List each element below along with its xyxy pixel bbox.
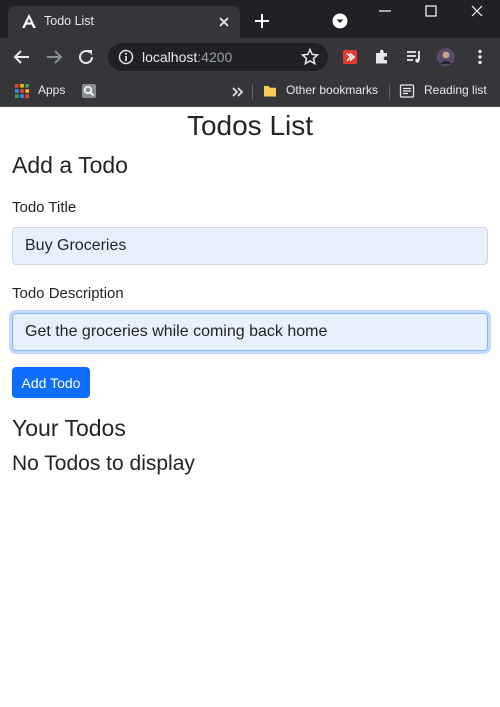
angular-logo-icon — [22, 14, 36, 28]
apps-bookmark[interactable]: Apps — [38, 83, 65, 97]
todo-description-input[interactable] — [12, 313, 488, 351]
extension-red-icon[interactable] — [340, 47, 360, 67]
search-bookmark-icon[interactable] — [81, 83, 97, 99]
bookmarks-bar: Apps Other bookmarks Reading list — [0, 76, 500, 107]
new-tab-plus-icon[interactable] — [254, 13, 270, 29]
media-queue-icon[interactable] — [404, 47, 424, 67]
more-menu-icon[interactable] — [470, 47, 490, 67]
reading-list-icon — [399, 84, 415, 98]
minimize-window-icon[interactable] — [376, 4, 394, 18]
tab-title: Todo List — [44, 14, 95, 28]
close-window-icon[interactable] — [468, 4, 486, 18]
your-todos-heading: Your Todos — [12, 415, 126, 441]
bookmarks-separator — [252, 84, 253, 100]
add-todo-button[interactable]: Add Todo — [12, 367, 90, 398]
bookmarks-separator — [389, 84, 390, 100]
maximize-window-icon[interactable] — [422, 4, 440, 18]
address-bar[interactable]: localhost:4200 — [108, 43, 328, 71]
todo-description-label: Todo Description — [12, 285, 124, 302]
site-info-icon[interactable] — [118, 49, 134, 65]
folder-icon — [264, 86, 276, 97]
empty-todos-message: No Todos to display — [12, 452, 195, 475]
tab-search-icon[interactable] — [332, 13, 348, 29]
other-bookmarks-folder[interactable]: Other bookmarks — [286, 83, 378, 97]
page-content: Todos List Add a Todo Todo Title Todo De… — [0, 108, 500, 707]
back-arrow-icon[interactable] — [12, 47, 32, 67]
close-tab-icon[interactable] — [216, 14, 232, 30]
todo-title-label: Todo Title — [12, 199, 77, 216]
extensions-puzzle-icon[interactable] — [372, 47, 392, 67]
browser-tab-active[interactable]: Todo List — [8, 6, 240, 38]
forward-arrow-icon[interactable] — [44, 47, 64, 67]
bookmark-star-icon[interactable] — [300, 47, 320, 67]
reload-icon[interactable] — [76, 47, 96, 67]
profile-avatar-icon[interactable] — [436, 47, 456, 67]
todo-title-input[interactable] — [12, 227, 488, 265]
url-host: localhost — [142, 49, 198, 65]
add-todo-heading: Add a Todo — [12, 152, 128, 178]
reading-list-button[interactable]: Reading list — [424, 83, 487, 97]
browser-title-bar: Todo List — [0, 0, 500, 38]
url-port: :4200 — [197, 49, 233, 65]
chevron-double-right-icon[interactable] — [230, 85, 244, 99]
url-text: localhost:4200 — [142, 49, 232, 65]
browser-toolbar: localhost:4200 — [0, 38, 500, 76]
apps-grid-icon[interactable] — [14, 83, 30, 99]
page-title: Todos List — [186, 110, 314, 141]
